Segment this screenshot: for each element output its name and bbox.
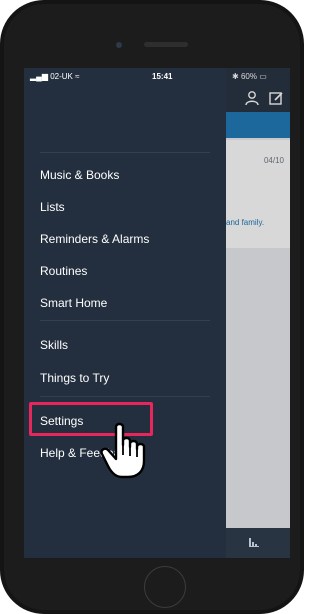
earpiece-speaker xyxy=(144,42,188,47)
divider xyxy=(40,152,210,153)
home-button[interactable] xyxy=(144,566,186,608)
menu-item-music-books[interactable]: Music & Books xyxy=(40,168,220,182)
navigation-drawer: ▂▄▆ 02-UK ≈ 15:41 Music & Books Lists Re… xyxy=(24,68,226,558)
status-bar: ▂▄▆ 02-UK ≈ 15:41 xyxy=(24,68,226,84)
divider xyxy=(40,396,210,397)
menu-item-smart-home[interactable]: Smart Home xyxy=(40,296,220,310)
menu-item-reminders-alarms[interactable]: Reminders & Alarms xyxy=(40,232,220,246)
hand-pointer-icon xyxy=(100,422,146,479)
front-camera xyxy=(116,42,122,48)
bottom-nav xyxy=(226,528,290,558)
menu-item-things-to-try[interactable]: Things to Try xyxy=(40,371,220,385)
background-app: ✱ 60% ▭ 04/10 and family. xyxy=(226,68,290,558)
screen: ✱ 60% ▭ 04/10 and family. ▂▄▆ 02-UK ≈ 15… xyxy=(24,68,290,558)
carrier-label: ▂▄▆ 02-UK ≈ xyxy=(30,72,80,81)
menu-item-routines[interactable]: Routines xyxy=(40,264,220,278)
divider xyxy=(40,320,210,321)
status-time: 15:41 xyxy=(152,72,173,81)
menu-item-skills[interactable]: Skills xyxy=(40,338,220,352)
dim-overlay[interactable] xyxy=(226,68,290,558)
wifi-icon: ≈ xyxy=(75,72,80,81)
menu-item-lists[interactable]: Lists xyxy=(40,200,220,214)
signal-icon: ▂▄▆ xyxy=(30,72,48,81)
stats-icon[interactable] xyxy=(248,536,260,548)
phone-frame: ✱ 60% ▭ 04/10 and family. ▂▄▆ 02-UK ≈ 15… xyxy=(0,0,304,614)
